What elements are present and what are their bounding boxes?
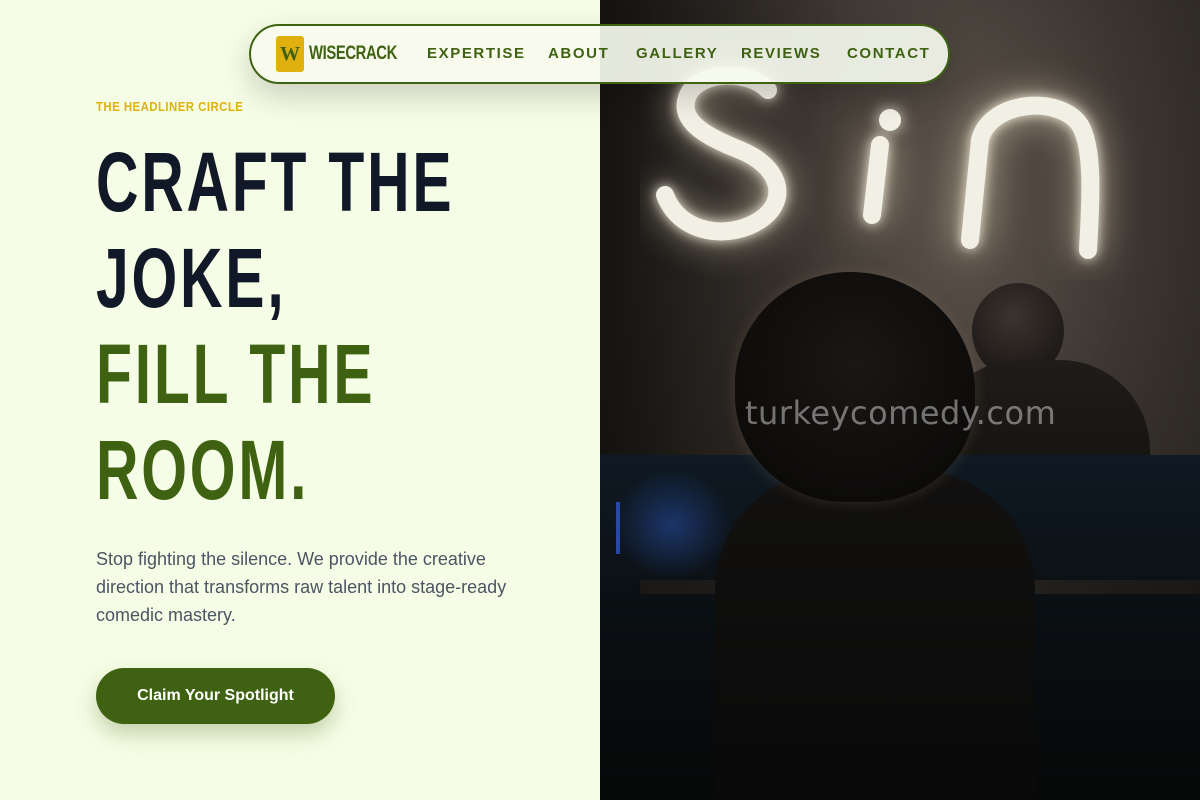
watermark-text: turkeycomedy.com bbox=[745, 394, 1057, 432]
blue-light-strip bbox=[616, 502, 620, 554]
hero-text-panel: THE HEADLINER CIRCLE CRAFT THE JOKE, FIL… bbox=[0, 0, 600, 800]
hero-description: Stop fighting the silence. We provide th… bbox=[96, 549, 507, 625]
nav-link-expertise[interactable]: EXPERTISE bbox=[427, 45, 526, 62]
nav-link-about[interactable]: ABOUT bbox=[548, 45, 609, 62]
blue-stage-light bbox=[612, 470, 732, 580]
claim-spotlight-button[interactable]: Claim Your Spotlight bbox=[96, 668, 335, 724]
hero-eyebrow: THE HEADLINER CIRCLE bbox=[96, 99, 244, 114]
hero-headline: CRAFT THE JOKE, FILL THE ROOM. bbox=[96, 134, 454, 518]
headline-line-3: FILL THE bbox=[96, 327, 376, 421]
headline-line-2: JOKE, bbox=[96, 231, 287, 325]
main-navbar: W WISECRACK EXPERTISE ABOUT GALLERY REVI… bbox=[249, 24, 950, 84]
audience-member-body-silhouette bbox=[715, 470, 1035, 800]
nav-link-reviews[interactable]: REVIEWS bbox=[741, 45, 821, 62]
nav-link-gallery[interactable]: GALLERY bbox=[636, 45, 718, 62]
brand-name: WISECRACK bbox=[309, 43, 397, 64]
logo-badge-icon: W bbox=[276, 36, 304, 72]
nav-link-contact[interactable]: CONTACT bbox=[847, 45, 930, 62]
hero-photo: turkeycomedy.com bbox=[600, 0, 1200, 800]
brand-logo[interactable]: W WISECRACK bbox=[276, 36, 422, 72]
headline-line-4: ROOM. bbox=[96, 423, 310, 517]
headline-line-1: CRAFT THE bbox=[96, 135, 455, 229]
